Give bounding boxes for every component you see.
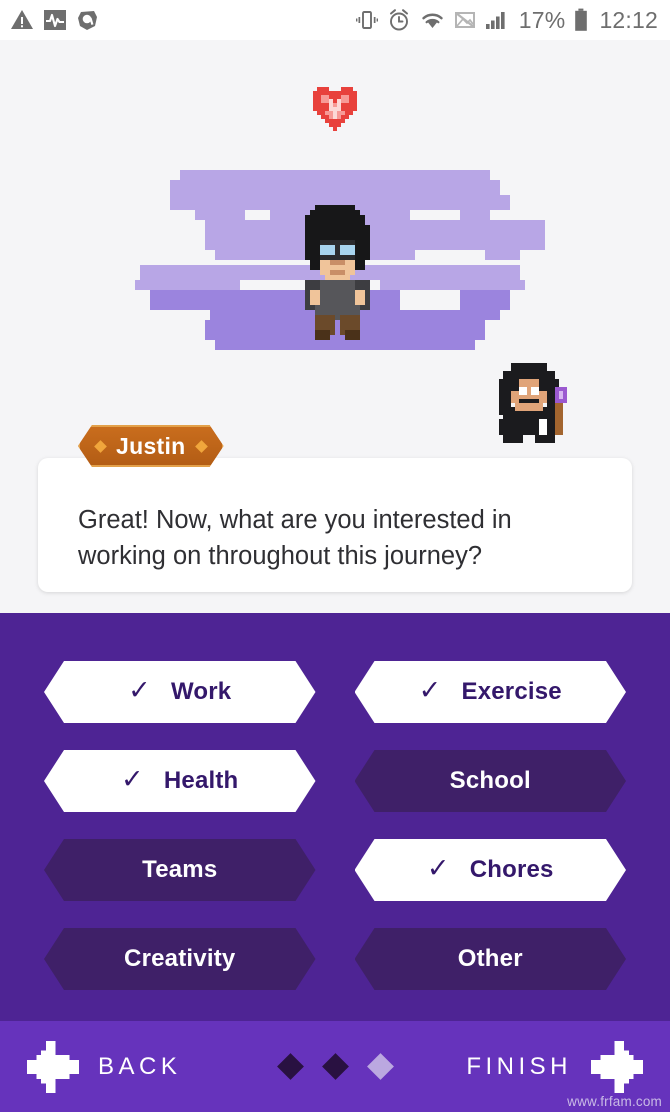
option-health[interactable]: ✓ Health [44,750,316,812]
page-dot-3[interactable] [366,1053,394,1080]
option-label: Other [457,945,523,972]
check-icon: ✓ [426,853,450,883]
dialog-card: Justin Great! Now, what are you interest… [38,458,632,592]
status-bar-right-icons: 17% 12:12 [355,6,658,33]
finish-label: FINISH [466,1052,572,1080]
status-bar: 17% 12:12 [0,0,670,40]
avast-shield-icon [78,11,97,30]
battery-icon [575,8,588,31]
option-label: Exercise [461,678,562,705]
watermark: www.frfam.com [567,1094,662,1109]
player-avatar-pixel [125,170,545,350]
arrow-left-pixel-icon [26,1040,80,1093]
option-label: Work [170,678,232,705]
app-root: 17% 12:12 Justin Great! Now, what are yo… [0,0,670,1112]
option-creativity[interactable]: Creativity [44,928,316,990]
no-sim-icon [454,12,475,28]
red-heart-gem-icon [313,87,357,131]
options-grid: ✓ Work ✓ Exercise ✓ Health School Teams … [44,661,626,990]
option-label: School [449,767,531,794]
avatar-stage [0,160,670,360]
wifi-icon [422,13,443,28]
option-label: Chores [469,856,554,883]
npc-slot [487,355,579,447]
speaker-nametag: Justin [78,425,224,467]
option-work[interactable]: ✓ Work [44,661,316,723]
options-panel: ✓ Work ✓ Exercise ✓ Health School Teams … [0,613,670,1021]
battery-percent-label: 17% [518,6,566,33]
option-label: Health [163,767,239,794]
bottom-nav: BACK FINISH www.frfam.com [0,1021,670,1112]
activity-monitor-icon [44,10,66,30]
npc-mage-pixel [499,363,567,443]
page-dot-1[interactable] [276,1053,304,1080]
option-school[interactable]: School [355,750,627,812]
option-exercise[interactable]: ✓ Exercise [355,661,627,723]
check-icon: ✓ [128,675,151,705]
diamond-right-icon [195,440,208,453]
speaker-name: Justin [116,432,186,459]
dialog-message: Great! Now, what are you interested in w… [78,506,512,570]
back-button[interactable]: BACK [22,1036,181,1098]
clock-label: 12:12 [599,6,658,33]
signal-bars-icon [485,12,505,29]
option-label: Creativity [124,945,236,972]
back-label: BACK [98,1052,182,1080]
alarm-clock-icon [389,9,408,31]
page-dot-2[interactable] [321,1053,349,1080]
vibrate-icon [355,11,378,29]
check-icon: ✓ [121,764,144,794]
finish-button[interactable]: FINISH [466,1036,648,1098]
option-chores[interactable]: ✓ Chores [355,839,627,901]
avatar-scene: Justin Great! Now, what are you interest… [0,40,670,613]
status-bar-left-icons [10,8,100,32]
arrow-right-pixel-icon [590,1040,644,1093]
pet-heart-slot [0,83,670,131]
diamond-left-icon [94,440,107,453]
warning-triangle-icon [11,10,33,29]
option-teams[interactable]: Teams [44,839,316,901]
option-label: Teams [142,856,218,883]
option-other[interactable]: Other [355,928,627,990]
check-icon: ✓ [418,675,442,705]
